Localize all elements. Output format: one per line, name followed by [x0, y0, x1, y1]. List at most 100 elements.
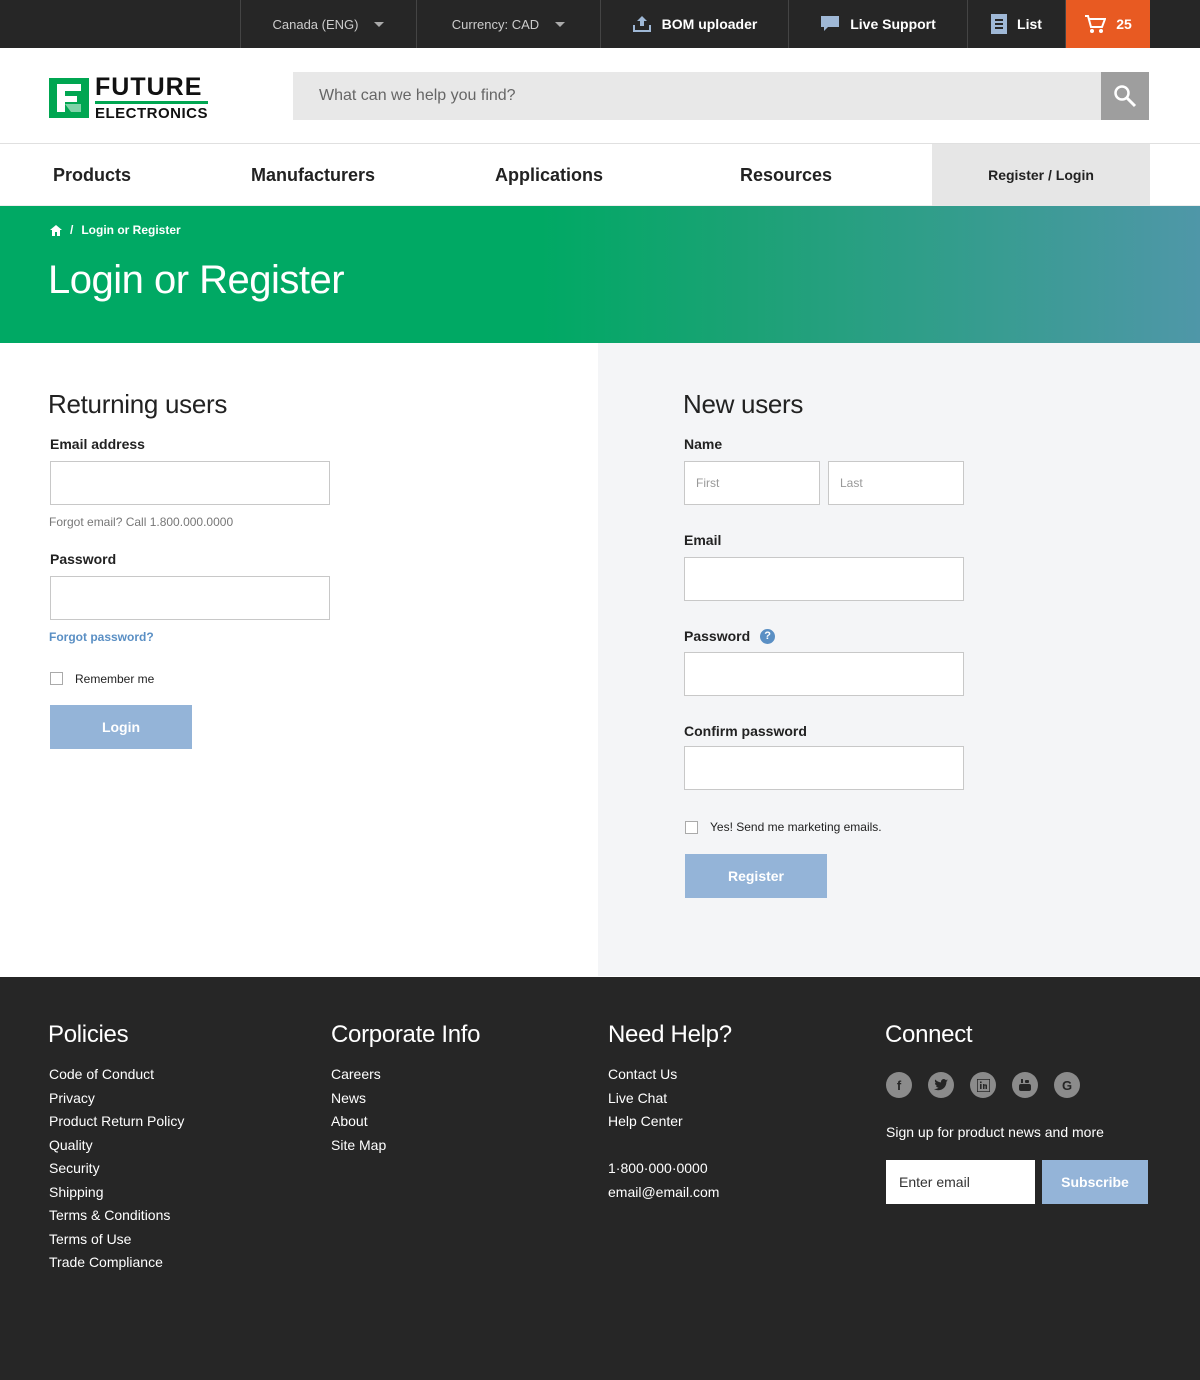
footer-connect-title: Connect [885, 1021, 973, 1048]
footer-contact-list: 1·800·000·0000 email@email.com [608, 1157, 719, 1204]
login-email-field[interactable] [50, 461, 330, 505]
chat-icon [821, 16, 840, 31]
live-support-button[interactable]: Live Support [789, 0, 968, 48]
register-email-field[interactable] [684, 557, 964, 601]
footer-link[interactable]: Careers [331, 1063, 386, 1087]
newsletter-email-field[interactable] [886, 1160, 1035, 1204]
list-button[interactable]: List [968, 0, 1066, 48]
remember-me-checkbox[interactable] [50, 672, 63, 685]
remember-me-label: Remember me [75, 672, 155, 686]
marketing-checkbox[interactable] [685, 821, 698, 834]
nav-item-resources[interactable]: Resources [740, 144, 832, 206]
footer-link[interactable]: Product Return Policy [49, 1110, 184, 1134]
google-icon[interactable]: G [1054, 1072, 1080, 1098]
top-bar: Canada (ENG) Currency: CAD BOM uploader … [0, 0, 1200, 48]
footer-link[interactable]: Terms & Conditions [49, 1204, 184, 1228]
cart-count: 25 [1116, 16, 1132, 32]
footer-link[interactable]: Security [49, 1157, 184, 1181]
upload-icon [632, 16, 651, 32]
live-support-label: Live Support [850, 16, 936, 32]
newsletter-signup-text: Sign up for product news and more [886, 1124, 1104, 1140]
returning-users-title: Returning users [48, 389, 228, 419]
social-links: f G [886, 1072, 1080, 1098]
subscribe-button[interactable]: Subscribe [1042, 1160, 1148, 1204]
youtube-icon[interactable] [1012, 1072, 1038, 1098]
region-selector[interactable]: Canada (ENG) [241, 0, 417, 48]
last-name-field[interactable] [828, 461, 964, 505]
footer-corporate-list: Careers News About Site Map [331, 1063, 386, 1157]
footer-phone[interactable]: 1·800·000·0000 [608, 1157, 719, 1181]
footer-link[interactable]: Contact Us [608, 1063, 683, 1087]
footer-policies-list: Code of Conduct Privacy Product Return P… [49, 1063, 184, 1275]
footer-link[interactable]: Shipping [49, 1181, 184, 1205]
main-nav: Products Manufacturers Applications Reso… [0, 144, 1200, 206]
logo-mark-icon [49, 78, 89, 118]
company-logo[interactable]: FUTURE ELECTRONICS [49, 75, 209, 122]
footer-link[interactable]: Site Map [331, 1134, 386, 1158]
footer-link[interactable]: About [331, 1110, 386, 1134]
new-users-title: New users [683, 389, 804, 419]
returning-users-panel: Returning users Email address Forgot ema… [0, 343, 598, 976]
search-bar [293, 72, 1149, 120]
region-label: Canada (ENG) [272, 16, 359, 32]
first-name-field[interactable] [684, 461, 820, 505]
login-button[interactable]: Login [50, 705, 192, 749]
cart-icon [1085, 15, 1107, 33]
nav-item-products[interactable]: Products [53, 144, 131, 206]
footer-link[interactable]: Trade Compliance [49, 1251, 184, 1275]
currency-selector[interactable]: Currency: CAD [417, 0, 601, 48]
list-icon [991, 14, 1008, 34]
login-password-field[interactable] [50, 576, 330, 620]
footer-link[interactable]: Quality [49, 1134, 184, 1158]
email-label: Email address [50, 436, 145, 452]
footer-link[interactable]: Help Center [608, 1110, 683, 1134]
breadcrumb-separator: / [70, 223, 74, 237]
bom-uploader-button[interactable]: BOM uploader [601, 0, 789, 48]
new-users-panel: New users Name Email Password ? Confirm … [598, 343, 1200, 976]
linkedin-icon[interactable] [970, 1072, 996, 1098]
footer-link[interactable]: News [331, 1087, 386, 1111]
help-icon[interactable]: ? [760, 628, 776, 644]
forgot-password-link[interactable]: Forgot password? [49, 630, 154, 644]
register-login-link[interactable]: Register / Login [932, 144, 1150, 206]
list-label: List [1017, 16, 1042, 32]
site-footer: Policies Code of Conduct Privacy Product… [0, 977, 1200, 1380]
nav-item-applications[interactable]: Applications [495, 144, 603, 206]
home-icon[interactable] [50, 224, 62, 236]
footer-corporate-title: Corporate Info [331, 1021, 481, 1048]
login-register-section: Returning users Email address Forgot ema… [0, 343, 1200, 976]
nav-item-manufacturers[interactable]: Manufacturers [251, 144, 375, 206]
footer-link[interactable]: Terms of Use [49, 1228, 184, 1252]
facebook-icon[interactable]: f [886, 1072, 912, 1098]
register-button[interactable]: Register [685, 854, 827, 898]
register-password-field[interactable] [684, 652, 964, 696]
page-title: Login or Register [48, 258, 345, 302]
register-email-label: Email [684, 532, 722, 548]
logo-line-2: ELECTRONICS [95, 105, 209, 122]
currency-label: Currency: CAD [451, 16, 540, 32]
footer-email[interactable]: email@email.com [608, 1181, 719, 1205]
breadcrumb-current: Login or Register [81, 223, 181, 237]
chevron-down-icon [555, 21, 566, 27]
cart-button[interactable]: 25 [1066, 0, 1150, 48]
footer-help-title: Need Help? [608, 1021, 732, 1048]
register-password-row: Password ? [684, 628, 776, 644]
top-bar-spacer [0, 0, 241, 48]
footer-link[interactable]: Privacy [49, 1087, 184, 1111]
footer-link[interactable]: Live Chat [608, 1087, 683, 1111]
twitter-icon[interactable] [928, 1072, 954, 1098]
register-password-label: Password [684, 628, 751, 644]
logo-line-1: FUTURE [95, 75, 209, 104]
breadcrumb: / Login or Register [50, 223, 181, 237]
chevron-down-icon [374, 21, 385, 27]
confirm-password-field[interactable] [684, 746, 964, 790]
search-input[interactable] [293, 72, 1101, 120]
confirm-password-label: Confirm password [684, 723, 807, 739]
footer-link[interactable]: Code of Conduct [49, 1063, 184, 1087]
search-icon [1114, 85, 1137, 108]
forgot-email-hint: Forgot email? Call 1.800.000.0000 [49, 515, 234, 529]
search-button[interactable] [1101, 72, 1149, 120]
password-label: Password [50, 551, 117, 567]
marketing-label: Yes! Send me marketing emails. [710, 820, 882, 834]
page-hero: / Login or Register Login or Register [0, 206, 1200, 343]
